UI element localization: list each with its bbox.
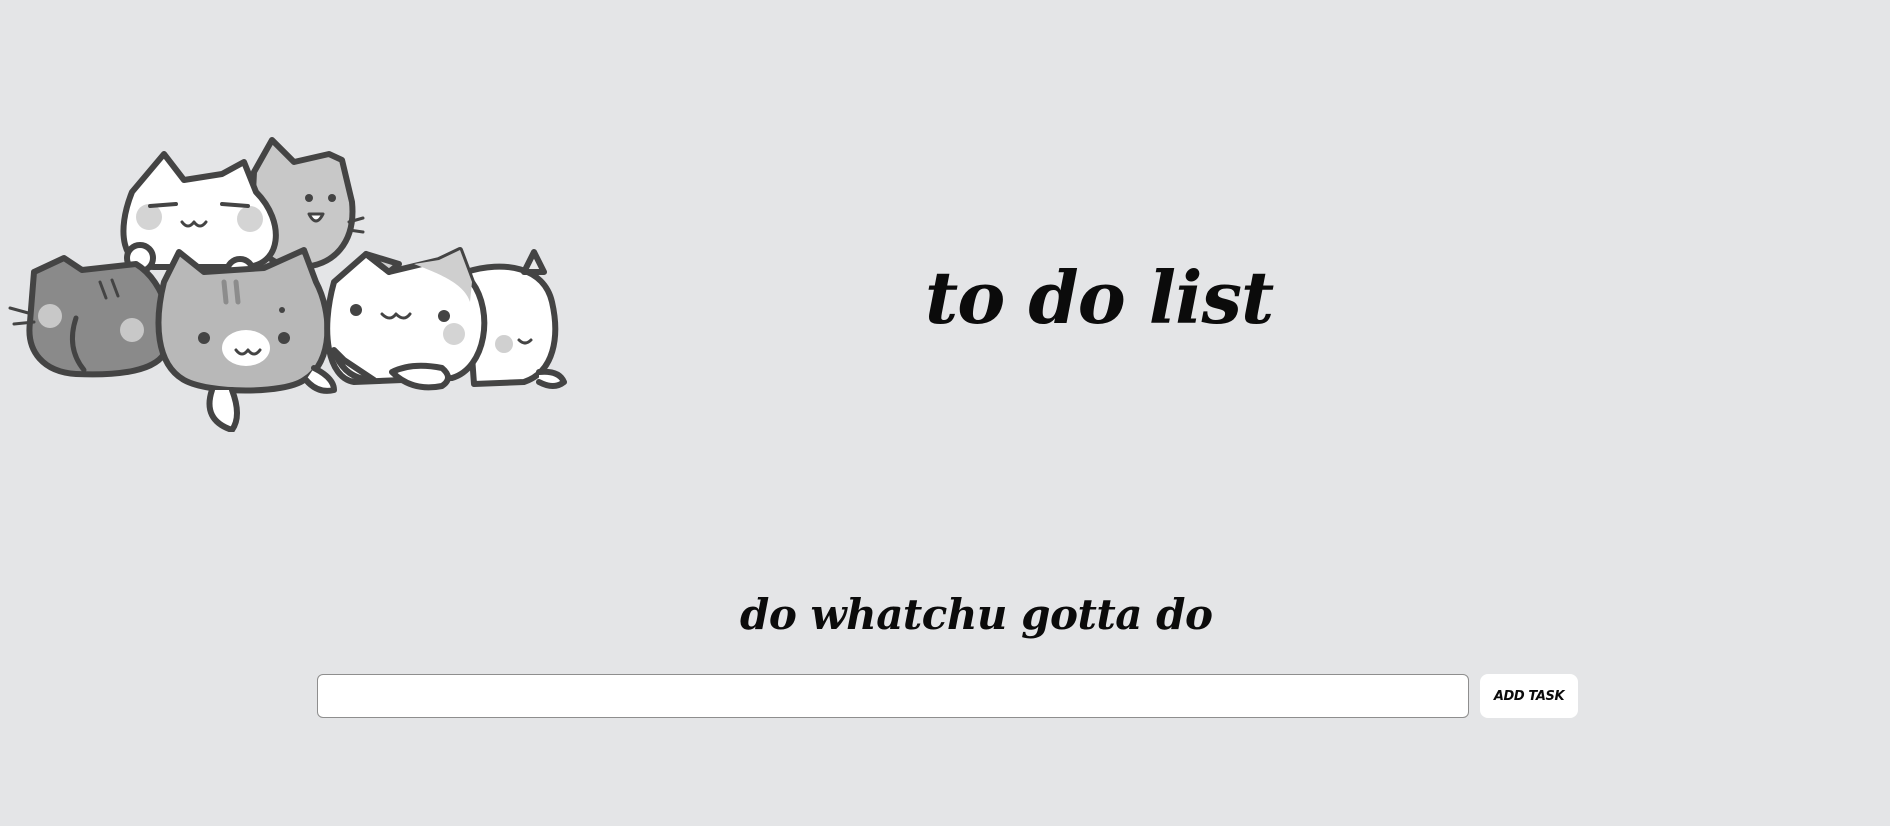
page-subtitle: do whatchu gotta do [740,590,1213,639]
cat-icon [8,255,173,378]
task-input[interactable] [317,674,1469,718]
todo-page: to do list do whatchu gotta do ADD TASK [0,0,1890,826]
page-title: to do list [925,255,1274,340]
add-task-button[interactable]: ADD TASK [1480,674,1578,718]
cat-icon [324,247,488,391]
cat-icon [155,247,337,432]
cats-illustration-icon [8,137,567,432]
